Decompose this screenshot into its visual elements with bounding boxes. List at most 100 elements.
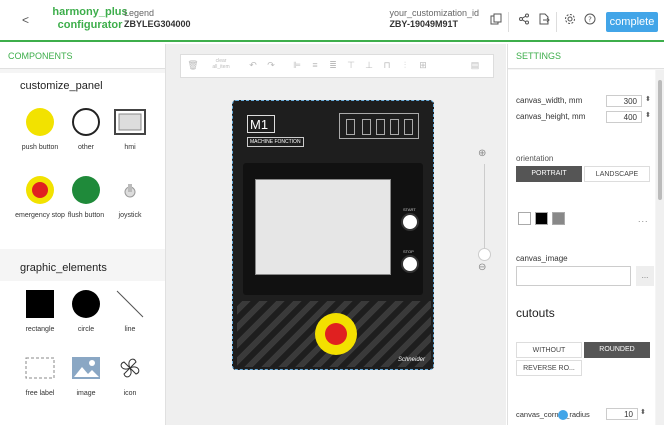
- swatch-black[interactable]: [535, 212, 548, 225]
- corner-radius-input[interactable]: 10: [606, 408, 638, 420]
- canvas-image-input[interactable]: [516, 266, 631, 286]
- start-button[interactable]: [401, 213, 419, 231]
- hmi-frame[interactable]: START STOP: [243, 163, 423, 295]
- dashed-box-icon: [25, 357, 55, 379]
- graphic-label: icon: [123, 390, 137, 397]
- device-title[interactable]: M1: [247, 115, 275, 133]
- portrait-button[interactable]: PORTRAIT: [516, 166, 582, 182]
- orientation-label: orientation: [516, 154, 554, 163]
- clear-all-button[interactable]: clear all_item: [207, 58, 235, 70]
- export-icon[interactable]: [536, 13, 552, 29]
- emergency-stop-icon: [26, 176, 54, 204]
- spinner-icon[interactable]: ⬍: [640, 408, 646, 416]
- customize-panel-heading: customize_panel: [0, 73, 165, 99]
- cutout-rounded-button[interactable]: ROUNDED: [584, 342, 650, 358]
- cutout-reverse-rounded-button[interactable]: REVERSE RO...: [516, 360, 582, 376]
- zoom-slider[interactable]: [484, 164, 485, 260]
- joystick-icon: [124, 184, 136, 198]
- editor-toolbar: 🗑 clear all_item ↶ ↷ ⊫ ≡ ≣ ⊤ ⊥ ⊓ ⫶ ⊞ ▤: [180, 54, 494, 78]
- canvas-width-input[interactable]: 300: [606, 95, 642, 107]
- distribute-v-icon[interactable]: ⊞: [417, 60, 429, 71]
- canvas-height-input[interactable]: 400: [606, 111, 642, 123]
- align-bottom-icon[interactable]: ⊓: [381, 60, 393, 71]
- stop-button[interactable]: [401, 255, 419, 273]
- zoom-in-icon[interactable]: ⊕: [478, 148, 486, 159]
- indicator-light: [346, 119, 355, 135]
- circle-icon: [72, 290, 100, 318]
- graphic-label: line: [124, 326, 136, 333]
- help-icon[interactable]: ?: [582, 13, 598, 29]
- device-canvas[interactable]: M1 MACHINE FONCTION START STOP Schneider: [232, 100, 434, 370]
- redo-icon[interactable]: ↷: [265, 60, 277, 71]
- customization-value: ZBY-19049M91T: [389, 19, 458, 29]
- indicator-light: [404, 119, 413, 135]
- align-top-icon[interactable]: ⊤: [345, 60, 357, 71]
- gear-icon[interactable]: [562, 13, 578, 29]
- cutout-without-button[interactable]: WITHOUT: [516, 342, 582, 358]
- line-icon: [116, 290, 144, 318]
- svg-text:?: ?: [588, 16, 592, 24]
- copy-icon[interactable]: [488, 13, 504, 29]
- component-joystick[interactable]: joystick: [104, 175, 156, 220]
- undo-icon[interactable]: ↶: [247, 60, 259, 71]
- start-label: START: [403, 207, 416, 212]
- zoom-handle[interactable]: [478, 248, 491, 261]
- settings-panel: SETTINGS canvas_width, mm 300 ⬍ canvas_h…: [507, 44, 664, 425]
- indicator-row[interactable]: [339, 113, 419, 139]
- graphic-label: rectangle: [25, 326, 55, 333]
- graphic-rectangle[interactable]: rectangle: [14, 289, 66, 334]
- layer-icon[interactable]: ▤: [469, 60, 481, 71]
- component-hmi[interactable]: hmi: [104, 107, 156, 152]
- graphic-elements-heading: graphic_elements: [0, 255, 165, 281]
- landscape-button[interactable]: LANDSCAPE: [584, 166, 650, 182]
- spinner-icon[interactable]: ⬍: [645, 111, 651, 119]
- indicator-light: [362, 119, 371, 135]
- canvas-image-browse[interactable]: ...: [636, 266, 654, 286]
- swatch-white[interactable]: [518, 212, 531, 225]
- customization-title: your_customization_id: [389, 8, 479, 18]
- indicator-light: [376, 119, 385, 135]
- more-colors-button[interactable]: ...: [638, 214, 649, 224]
- graphic-line[interactable]: line: [104, 289, 156, 334]
- graphic-icon[interactable]: icon: [104, 353, 156, 398]
- device-function-label[interactable]: MACHINE FONCTION: [247, 137, 304, 147]
- align-right-icon[interactable]: ≣: [327, 60, 339, 71]
- component-emergency-stop[interactable]: emergency stop: [14, 175, 66, 220]
- settings-scrollbar[interactable]: [656, 70, 664, 425]
- trash-icon[interactable]: 🗑: [187, 60, 199, 71]
- header-divider: [508, 12, 509, 32]
- scrollbar-thumb[interactable]: [658, 80, 662, 200]
- back-button[interactable]: <: [22, 13, 29, 27]
- components-title: COMPONENTS: [0, 44, 165, 69]
- settings-body: canvas_width, mm 300 ⬍ canvas_height, mm…: [508, 70, 655, 425]
- distribute-h-icon[interactable]: ⫶: [399, 60, 411, 71]
- other-button-icon: [72, 108, 100, 136]
- swatch-gray[interactable]: [552, 212, 565, 225]
- cutouts-heading: cutouts: [516, 306, 555, 320]
- graphic-elements-grid: rectangle circle line free label image i…: [0, 281, 165, 425]
- share-icon[interactable]: [516, 13, 532, 29]
- emergency-stop-cap: [325, 323, 347, 345]
- component-label: joystick: [118, 212, 142, 219]
- stop-label: STOP: [403, 249, 414, 254]
- customize-panel-grid: push button other hmi emergency stop flu…: [0, 99, 165, 249]
- component-label: emergency stop: [15, 212, 65, 219]
- spinner-icon[interactable]: ⬍: [645, 95, 651, 103]
- push-button-icon: [26, 108, 54, 136]
- graphic-free-label[interactable]: free label: [14, 353, 66, 398]
- align-center-icon[interactable]: ≡: [309, 60, 321, 70]
- component-push-button[interactable]: push button: [14, 107, 66, 152]
- settings-title: SETTINGS: [508, 44, 664, 69]
- canvas-height-label: canvas_height, mm: [516, 112, 586, 121]
- legend-block: Legend ZBYLEG304000: [124, 8, 191, 29]
- emergency-stop-button[interactable]: [315, 313, 357, 355]
- flush-button-icon: [72, 176, 100, 204]
- align-middle-icon[interactable]: ⊥: [363, 60, 375, 71]
- hmi-screen[interactable]: [255, 179, 391, 275]
- app-name: harmony_plus configurator: [52, 6, 128, 31]
- components-panel: COMPONENTS customize_panel push button o…: [0, 44, 166, 425]
- legend-title: Legend: [124, 8, 155, 18]
- zoom-out-icon[interactable]: ⊖: [478, 262, 486, 273]
- complete-button[interactable]: complete: [606, 12, 658, 32]
- align-left-icon[interactable]: ⊫: [291, 60, 303, 71]
